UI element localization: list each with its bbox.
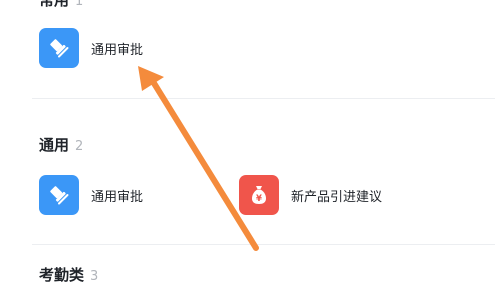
- app-label: 通用审批: [91, 42, 144, 58]
- section-title-attendance: 考勤类 3: [39, 264, 98, 285]
- section-count: 3: [90, 269, 99, 284]
- app-label: 通用审批: [91, 189, 144, 205]
- app-item-general-approval[interactable]: 通用审批: [39, 175, 143, 215]
- section-title-label: 通用: [39, 136, 70, 154]
- app-label: 新产品引进建议: [291, 189, 383, 205]
- svg-text:¥: ¥: [256, 194, 262, 204]
- section-count: 2: [75, 139, 84, 154]
- divider: [32, 244, 495, 245]
- money-bag-icon: ¥: [239, 175, 279, 215]
- section-title-label: 常用: [39, 0, 70, 9]
- app-item-new-product-suggestion[interactable]: ¥ 新产品引进建议: [239, 175, 382, 215]
- approval-icon: [39, 28, 79, 68]
- section-title-label: 考勤类: [39, 266, 85, 284]
- approval-icon: [39, 175, 79, 215]
- section-title-general: 通用 2: [39, 134, 83, 155]
- divider: [32, 98, 495, 99]
- app-item-general-approval[interactable]: 通用审批: [39, 28, 143, 68]
- section-title-frequent: 常用 1: [39, 0, 83, 10]
- section-count: 1: [75, 0, 84, 9]
